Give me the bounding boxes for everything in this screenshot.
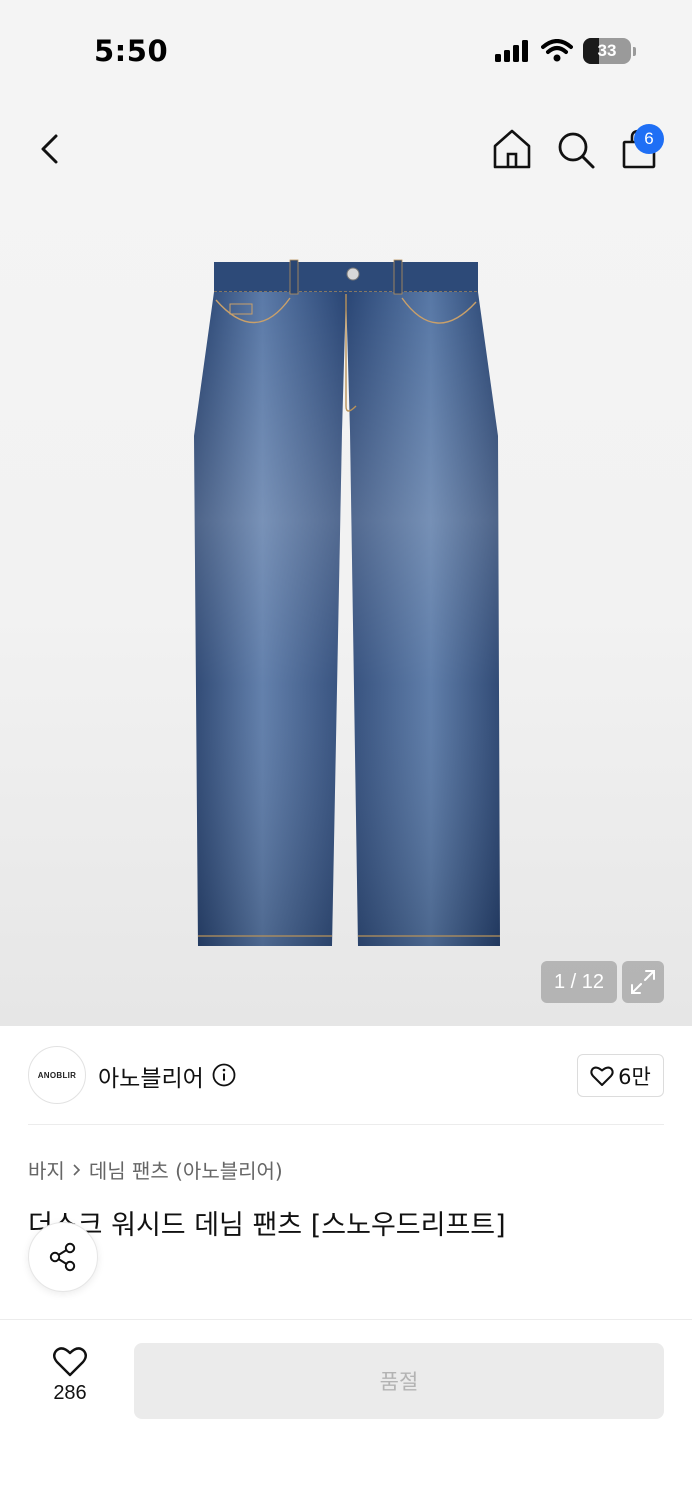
share-icon bbox=[49, 1242, 76, 1272]
top-nav: 6 bbox=[0, 100, 692, 200]
brand-logo[interactable]: ANOBLIR bbox=[28, 1046, 86, 1104]
breadcrumb-category[interactable]: 바지 bbox=[28, 1155, 65, 1184]
wishlist-button[interactable]: 286 bbox=[40, 1346, 100, 1405]
battery-indicator: 33 bbox=[583, 38, 636, 64]
product-image[interactable] bbox=[186, 256, 506, 956]
cart-count-badge: 6 bbox=[634, 124, 664, 154]
back-icon[interactable] bbox=[30, 126, 70, 172]
brand-row: ANOBLIR 아노블리어 6만 bbox=[28, 1046, 664, 1104]
brand-like-button[interactable]: 6만 bbox=[577, 1054, 664, 1097]
status-time: 5:50 bbox=[94, 34, 169, 68]
signal-icon bbox=[495, 40, 528, 62]
wifi-icon bbox=[541, 39, 573, 62]
bottom-action-bar: 286 품절 bbox=[0, 1319, 692, 1500]
brand-like-count: 6만 bbox=[618, 1064, 651, 1089]
image-counter: 1 / 12 bbox=[541, 961, 617, 1003]
sold-out-button[interactable]: 품절 bbox=[134, 1343, 664, 1419]
expand-button[interactable] bbox=[622, 961, 664, 1003]
battery-level: 33 bbox=[597, 41, 617, 60]
breadcrumb: 바지 데님 팬츠 (아노블리어) bbox=[28, 1155, 283, 1184]
status-bar: 5:50 33 bbox=[0, 0, 692, 100]
heart-icon bbox=[590, 1066, 614, 1086]
wishlist-count: 286 bbox=[53, 1382, 87, 1404]
status-icons: 33 bbox=[495, 38, 636, 64]
divider bbox=[28, 1124, 664, 1125]
breadcrumb-subcategory[interactable]: 데님 팬츠 (아노블리어) bbox=[89, 1155, 283, 1184]
chevron-right-icon bbox=[73, 1163, 80, 1176]
product-title: 더스크 워시드 데님 팬츠 [스노우드리프트] bbox=[28, 1210, 506, 1241]
heart-icon bbox=[53, 1347, 87, 1377]
brand-logo-text: ANOBLIR bbox=[37, 1070, 77, 1080]
info-icon[interactable] bbox=[212, 1063, 236, 1087]
share-button[interactable] bbox=[28, 1222, 98, 1292]
brand-name[interactable]: 아노블리어 bbox=[98, 1059, 204, 1093]
home-icon[interactable] bbox=[490, 126, 534, 172]
search-icon[interactable] bbox=[554, 126, 598, 172]
expand-icon bbox=[631, 970, 655, 994]
product-gallery[interactable]: 6 1 / 12 bbox=[0, 100, 692, 1026]
